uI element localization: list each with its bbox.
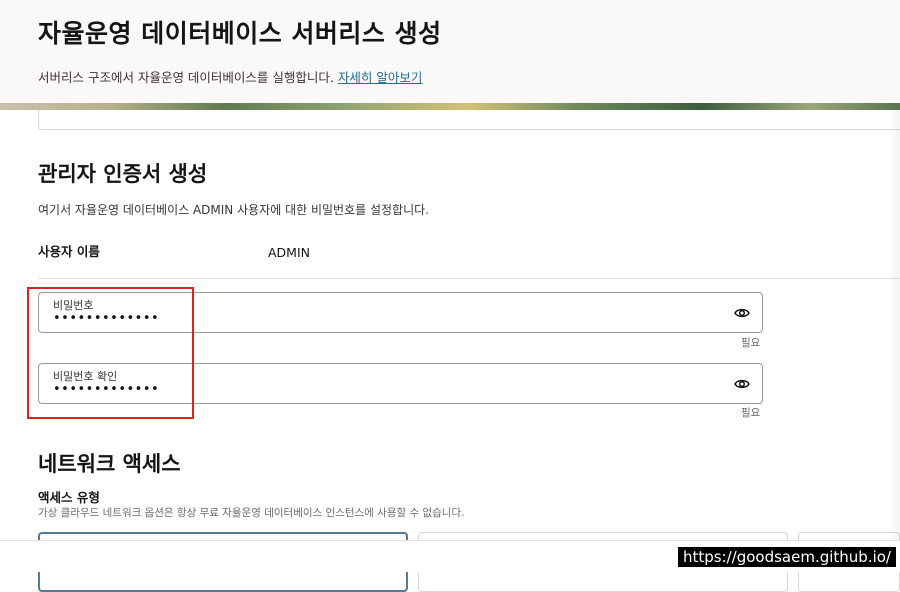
page-description: 서버리스 구조에서 자율운영 데이터베이스를 실행합니다. 자세히 알아보기 bbox=[38, 67, 422, 86]
page-header: 자율운영 데이터베이스 서버리스 생성 서버리스 구조에서 자율운영 데이터베이… bbox=[0, 0, 900, 103]
page-title: 자율운영 데이터베이스 서버리스 생성 bbox=[38, 19, 442, 48]
side-panel-shadow bbox=[888, 110, 900, 540]
eye-icon[interactable] bbox=[734, 376, 750, 392]
header-banner-image bbox=[0, 103, 900, 110]
admin-credentials-description: 여기서 자율운영 데이터베이스 ADMIN 사용자에 대한 비밀번호를 설정합니… bbox=[38, 203, 429, 217]
learn-more-link[interactable]: 자세히 알아보기 bbox=[338, 70, 422, 85]
page-description-text: 서버리스 구조에서 자율운영 데이터베이스를 실행합니다. bbox=[38, 70, 334, 85]
username-value: ADMIN bbox=[268, 245, 310, 260]
admin-credentials-title: 관리자 인증서 생성 bbox=[38, 162, 208, 186]
network-access-title: 네트워크 액세스 bbox=[38, 452, 181, 476]
access-type-label: 액세스 유형 bbox=[38, 490, 100, 505]
divider bbox=[38, 278, 900, 279]
access-type-description: 가상 클라우드 네트워크 옵션은 항상 무료 자율운영 데이터베이스 인스턴스에… bbox=[38, 507, 465, 519]
username-label: 사용자 이름 bbox=[38, 244, 100, 259]
watermark: https://goodsaem.github.io/ bbox=[677, 547, 896, 567]
eye-icon[interactable] bbox=[734, 305, 750, 321]
password-required-hint: 필요 bbox=[741, 337, 761, 349]
confirm-password-required-hint: 필요 bbox=[741, 407, 761, 419]
annotation-highlight-box bbox=[27, 287, 194, 419]
previous-section-card bbox=[38, 110, 900, 130]
